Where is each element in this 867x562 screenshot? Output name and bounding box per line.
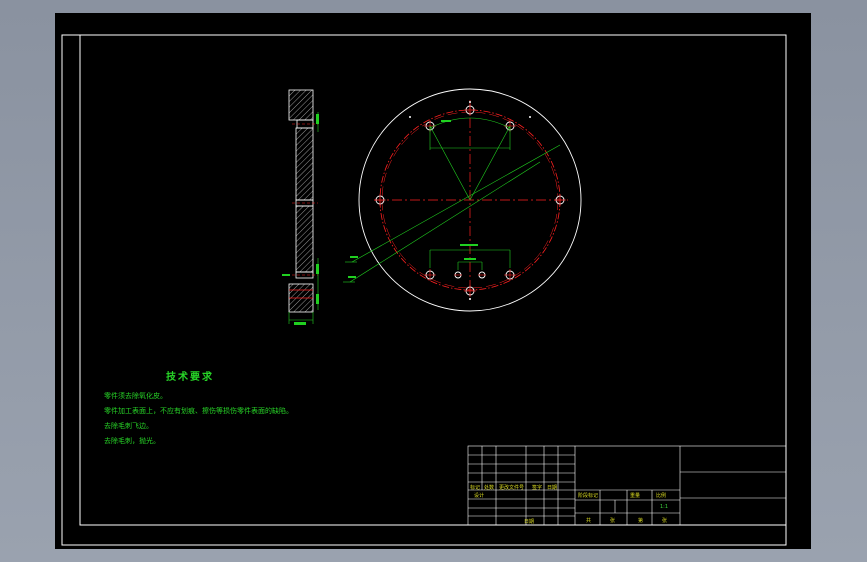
tb-stage-label: 阶段标记 — [578, 493, 599, 499]
tb-sign-label: 签字 — [532, 485, 543, 491]
drawing-scale: 1:1 — [660, 504, 669, 510]
requirement-item: 去除毛刺飞边。 — [104, 422, 153, 430]
tb-sheet-label: 共 — [586, 518, 592, 524]
front-plate-view — [343, 88, 582, 312]
outer-border — [61, 34, 787, 546]
tb-design-label: 设计 — [474, 493, 485, 499]
cad-viewport[interactable]: 技术要求 零件须去除氧化皮。 零件加工表面上，不应有划痕、擦伤等损伤零件表面的缺… — [0, 0, 867, 562]
tb-page-label: 第 — [638, 518, 644, 524]
tb-date-label-bottom: 日期 — [524, 519, 535, 525]
tb-count-label: 处数 — [484, 485, 495, 491]
technical-requirements: 技术要求 零件须去除氧化皮。 零件加工表面上，不应有划痕、擦伤等损伤零件表面的缺… — [104, 370, 293, 449]
requirement-item: 零件须去除氧化皮。 — [104, 392, 167, 400]
tb-weight-label: 重量 — [630, 493, 641, 499]
requirement-item: 零件加工表面上，不应有划痕、擦伤等损伤零件表面的缺陷。 — [104, 407, 293, 415]
side-section-view — [282, 89, 319, 325]
tb-mark-label: 标记 — [470, 485, 481, 491]
technical-requirements-title: 技术要求 — [166, 372, 214, 383]
tb-date-label: 日期 — [547, 485, 558, 491]
tb-page-of-label: 张 — [662, 518, 668, 524]
tb-sheet-of-label: 张 — [610, 518, 616, 524]
tb-change-doc-label: 更改文件号 — [499, 485, 525, 491]
tb-scale-label: 比例 — [656, 493, 667, 499]
drawing-canvas — [61, 34, 787, 546]
requirement-item: 去除毛刺，抛光。 — [104, 437, 160, 445]
